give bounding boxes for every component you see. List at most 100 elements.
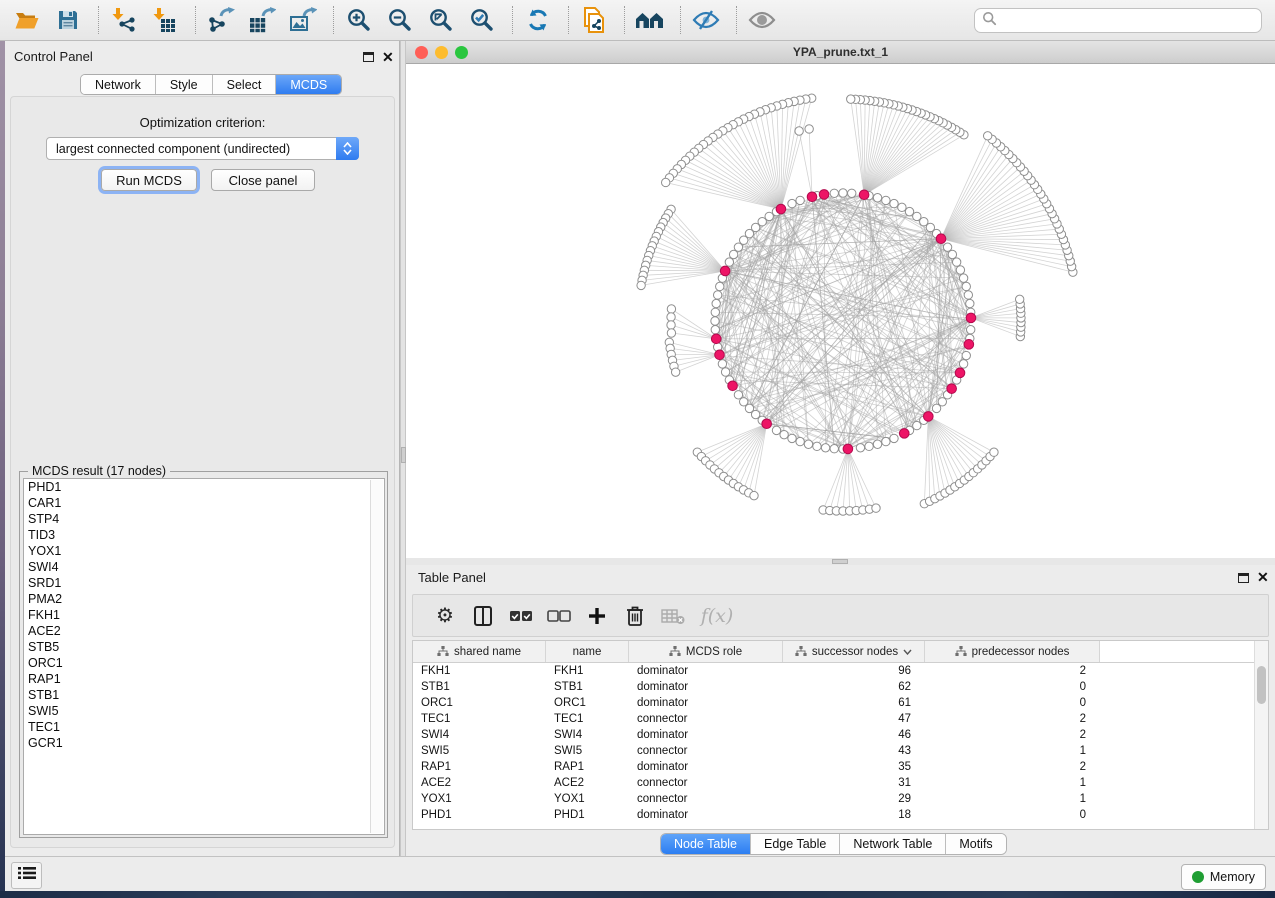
table-settings-icon[interactable]: ⚙	[431, 602, 459, 630]
save-icon[interactable]	[53, 5, 83, 35]
tab-edge-table[interactable]: Edge Table	[751, 834, 840, 854]
mcds-result-item[interactable]: YOX1	[24, 543, 384, 559]
mcds-hub-node[interactable]	[807, 192, 817, 202]
table-row[interactable]: SWI5SWI5connector431	[413, 743, 1268, 759]
new-network-from-selection-icon[interactable]	[579, 5, 609, 35]
table-row[interactable]: STB1STB1dominator620	[413, 679, 1268, 695]
open-file-icon[interactable]	[12, 5, 42, 35]
deselect-all-icon[interactable]	[545, 602, 573, 630]
zoom-selected-icon[interactable]	[467, 5, 497, 35]
mcds-result-item[interactable]: STP4	[24, 511, 384, 527]
tab-network-table[interactable]: Network Table	[840, 834, 946, 854]
zoom-in-icon[interactable]	[344, 5, 374, 35]
column-header-shared-name[interactable]: shared name	[413, 641, 546, 662]
mcds-result-item[interactable]: TID3	[24, 527, 384, 543]
close-panel-button[interactable]: Close panel	[211, 169, 315, 191]
column-header-successor-nodes[interactable]: successor nodes	[783, 641, 925, 662]
table-row[interactable]: ACE2ACE2connector311	[413, 775, 1268, 791]
table-row[interactable]: YOX1YOX1connector291	[413, 791, 1268, 807]
select-all-icon[interactable]	[507, 602, 535, 630]
export-image-icon[interactable]	[288, 5, 318, 35]
mcds-hub-node[interactable]	[899, 429, 909, 439]
table-row[interactable]: SWI4SWI4dominator462	[413, 727, 1268, 743]
column-header-predecessor-nodes[interactable]: predecessor nodes	[925, 641, 1100, 662]
first-neighbors-icon[interactable]	[635, 5, 665, 35]
network-canvas[interactable]	[406, 64, 1275, 558]
search-input[interactable]	[997, 14, 1261, 28]
mcds-result-item[interactable]: FKH1	[24, 607, 384, 623]
table-row[interactable]: ORC1ORC1dominator610	[413, 695, 1268, 711]
mcds-hub-node[interactable]	[859, 190, 869, 200]
mcds-hub-node[interactable]	[964, 340, 974, 350]
float-panel-icon[interactable]	[363, 52, 374, 62]
table-row[interactable]: RAP1RAP1dominator352	[413, 759, 1268, 775]
mcds-result-item[interactable]: RAP1	[24, 671, 384, 687]
tab-mcds[interactable]: MCDS	[276, 75, 341, 94]
import-table-icon[interactable]	[150, 5, 180, 35]
memory-button[interactable]: Memory	[1181, 864, 1266, 890]
zoom-out-icon[interactable]	[385, 5, 415, 35]
window-close-button[interactable]	[415, 46, 428, 59]
close-panel-icon[interactable]: ✕	[1257, 571, 1269, 583]
table-row[interactable]: FKH1FKH1dominator962	[413, 663, 1268, 679]
show-panel-list-button[interactable]	[11, 862, 42, 889]
mcds-result-item[interactable]: TEC1	[24, 719, 384, 735]
window-minimize-button[interactable]	[435, 46, 448, 59]
delete-columns-icon[interactable]	[621, 602, 649, 630]
mcds-result-item[interactable]: STB5	[24, 639, 384, 655]
table-row[interactable]: TEC1TEC1connector472	[413, 711, 1268, 727]
mcds-result-item[interactable]: CAR1	[24, 495, 384, 511]
mcds-hub-node[interactable]	[762, 419, 772, 429]
add-column-icon[interactable]	[583, 602, 611, 630]
export-table-icon[interactable]	[247, 5, 277, 35]
run-mcds-button[interactable]: Run MCDS	[101, 169, 197, 191]
mcds-hub-node[interactable]	[936, 234, 946, 244]
mcds-result-item[interactable]: STB1	[24, 687, 384, 703]
mcds-result-item[interactable]: PHD1	[24, 479, 384, 495]
horizontal-splitter[interactable]	[406, 558, 1275, 565]
mcds-list-scrollbar[interactable]	[370, 480, 383, 833]
search-field[interactable]	[974, 8, 1262, 33]
scrollbar-thumb[interactable]	[1257, 666, 1266, 704]
splitter-grip[interactable]	[832, 559, 848, 564]
column-header-name[interactable]: name	[546, 641, 629, 662]
network-window-titlebar[interactable]: YPA_prune.txt_1	[406, 41, 1275, 64]
mcds-hub-node[interactable]	[924, 412, 934, 422]
float-panel-icon[interactable]	[1238, 573, 1249, 583]
mcds-hub-node[interactable]	[947, 384, 957, 394]
mcds-hub-node[interactable]	[715, 350, 725, 360]
mcds-hub-node[interactable]	[776, 204, 786, 214]
mcds-hub-node[interactable]	[819, 190, 829, 200]
mcds-result-item[interactable]: SRD1	[24, 575, 384, 591]
tab-motifs[interactable]: Motifs	[946, 834, 1005, 854]
zoom-fit-icon[interactable]	[426, 5, 456, 35]
mcds-hub-node[interactable]	[843, 444, 853, 454]
refresh-icon[interactable]	[523, 5, 553, 35]
table-row[interactable]: PHD1PHD1dominator180	[413, 807, 1268, 823]
show-all-icon[interactable]	[747, 5, 777, 35]
hide-selected-icon[interactable]	[691, 5, 721, 35]
mcds-hub-node[interactable]	[720, 266, 730, 276]
table-mode-icon[interactable]	[469, 602, 497, 630]
column-header-mcds-role[interactable]: MCDS role	[629, 641, 783, 662]
mcds-result-item[interactable]: SWI5	[24, 703, 384, 719]
mcds-result-list[interactable]: PHD1CAR1STP4TID3YOX1SWI4SRD1PMA2FKH1ACE2…	[23, 478, 385, 835]
mcds-result-item[interactable]: PMA2	[24, 591, 384, 607]
optimization-criterion-select[interactable]: largest connected component (undirected)	[46, 137, 359, 160]
mcds-hub-node[interactable]	[966, 313, 976, 323]
tab-node-table[interactable]: Node Table	[661, 834, 751, 854]
mcds-hub-node[interactable]	[955, 368, 965, 378]
mcds-result-item[interactable]: GCR1	[24, 735, 384, 751]
tab-network[interactable]: Network	[81, 75, 156, 94]
export-network-icon[interactable]	[206, 5, 236, 35]
table-scrollbar[interactable]	[1254, 641, 1268, 829]
tab-select[interactable]: Select	[213, 75, 277, 94]
mcds-result-item[interactable]: ORC1	[24, 655, 384, 671]
window-zoom-button[interactable]	[455, 46, 468, 59]
mcds-hub-node[interactable]	[728, 381, 738, 391]
tab-style[interactable]: Style	[156, 75, 213, 94]
import-network-icon[interactable]	[109, 5, 139, 35]
mcds-result-item[interactable]: SWI4	[24, 559, 384, 575]
close-panel-icon[interactable]: ✕	[382, 51, 394, 63]
mcds-result-item[interactable]: ACE2	[24, 623, 384, 639]
